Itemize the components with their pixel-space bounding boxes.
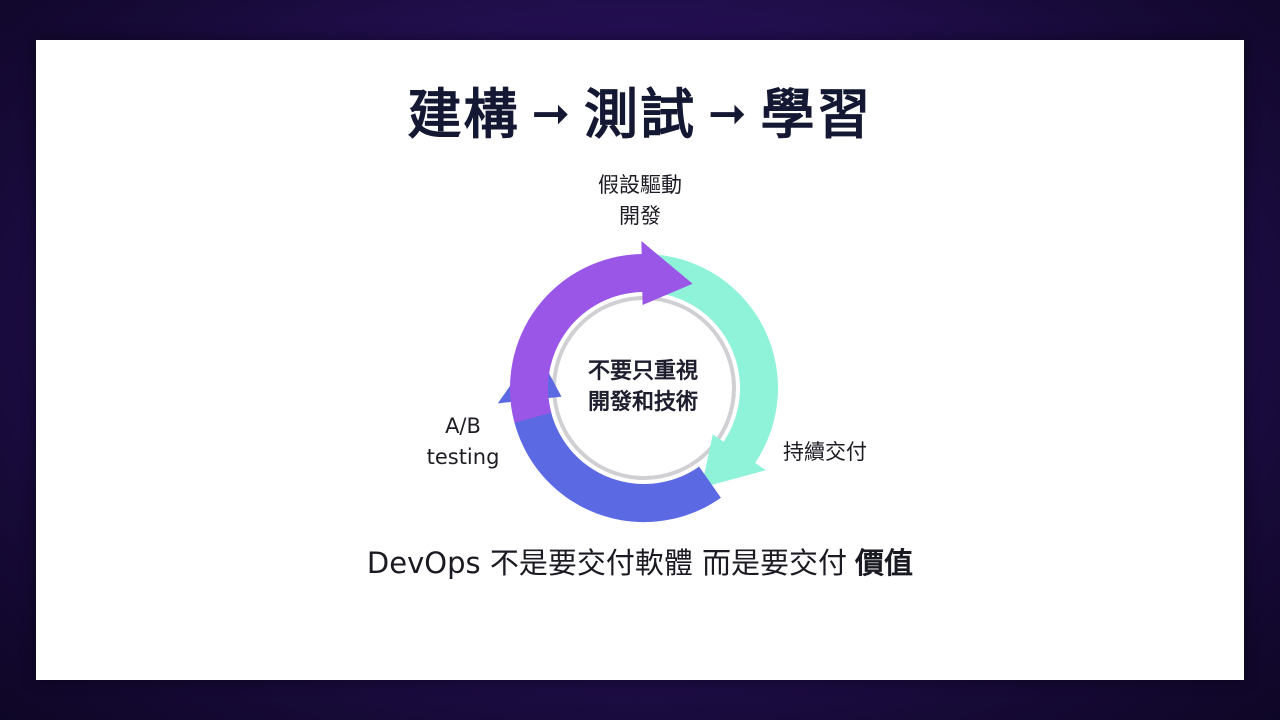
top-label-line2: 開發 [619,204,661,228]
left-label-line2: testing [426,445,500,469]
left-label-line1: A/B [445,414,481,438]
ab-testing-label: A/B testing [413,411,513,473]
tagline: DevOps 不是要交付軟體 而是要交付 價值 [0,540,1280,582]
center-line2: 開發和技術 [587,390,698,415]
center-line1: 不要只重視 [587,359,698,384]
top-label-line1: 假設驅動 [598,173,682,197]
continuous-delivery-label: 持續交付 [783,440,867,464]
tagline-emphasis: 價值 [855,546,914,580]
hypothesis-driven-development-label: 假設驅動 開發 [560,170,720,232]
tagline-text: DevOps 不是要交付軟體 而是要交付 [366,546,848,580]
cycle-center-text: 不要只重視 開發和技術 [563,356,723,418]
